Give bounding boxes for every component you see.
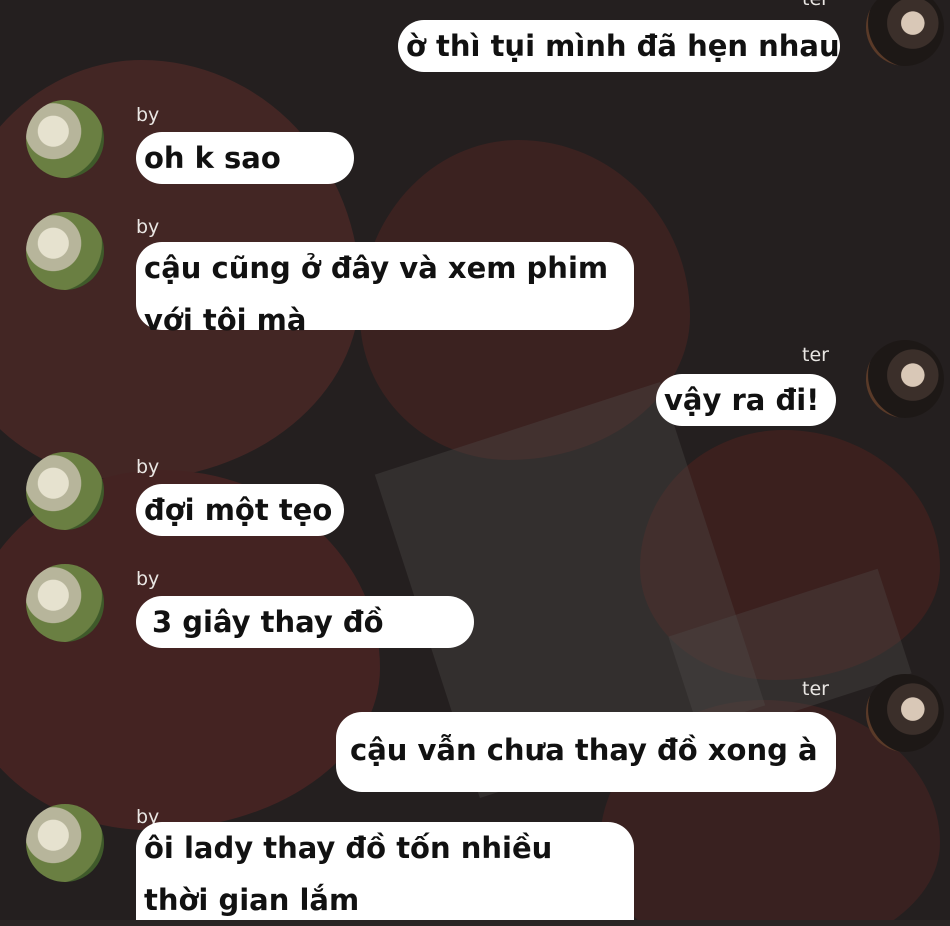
message-bubble: đợi một tẹo [136, 484, 344, 536]
sender-name: ter [802, 0, 829, 10]
message-bubble: cậu vẫn chưa thay đồ xong à [336, 712, 836, 792]
avatar[interactable] [26, 564, 104, 642]
sender-name: by [136, 104, 160, 126]
sender-name: by [136, 568, 160, 590]
avatar[interactable] [866, 674, 944, 752]
message-bubble: ờ thì tụi mình đã hẹn nhau [398, 20, 840, 72]
message-bubble: 3 giây thay đồ [136, 596, 474, 648]
message-bubble: ôi lady thay đồ tốn nhiều thời gian lắm [136, 822, 634, 920]
sender-name: by [136, 216, 160, 238]
sender-name: by [136, 456, 160, 478]
sender-name: ter [802, 678, 829, 700]
message-bubble: cậu cũng ở đây và xem phim với tôi mà [136, 242, 634, 337]
avatar[interactable] [26, 212, 104, 290]
message-bubble: oh k sao [136, 132, 354, 184]
sender-name: ter [802, 344, 829, 366]
avatar[interactable] [26, 100, 104, 178]
avatar[interactable] [26, 804, 104, 882]
avatar[interactable] [26, 452, 104, 530]
message-bubble: vậy ra đi! [656, 374, 836, 426]
avatar[interactable] [866, 340, 944, 418]
